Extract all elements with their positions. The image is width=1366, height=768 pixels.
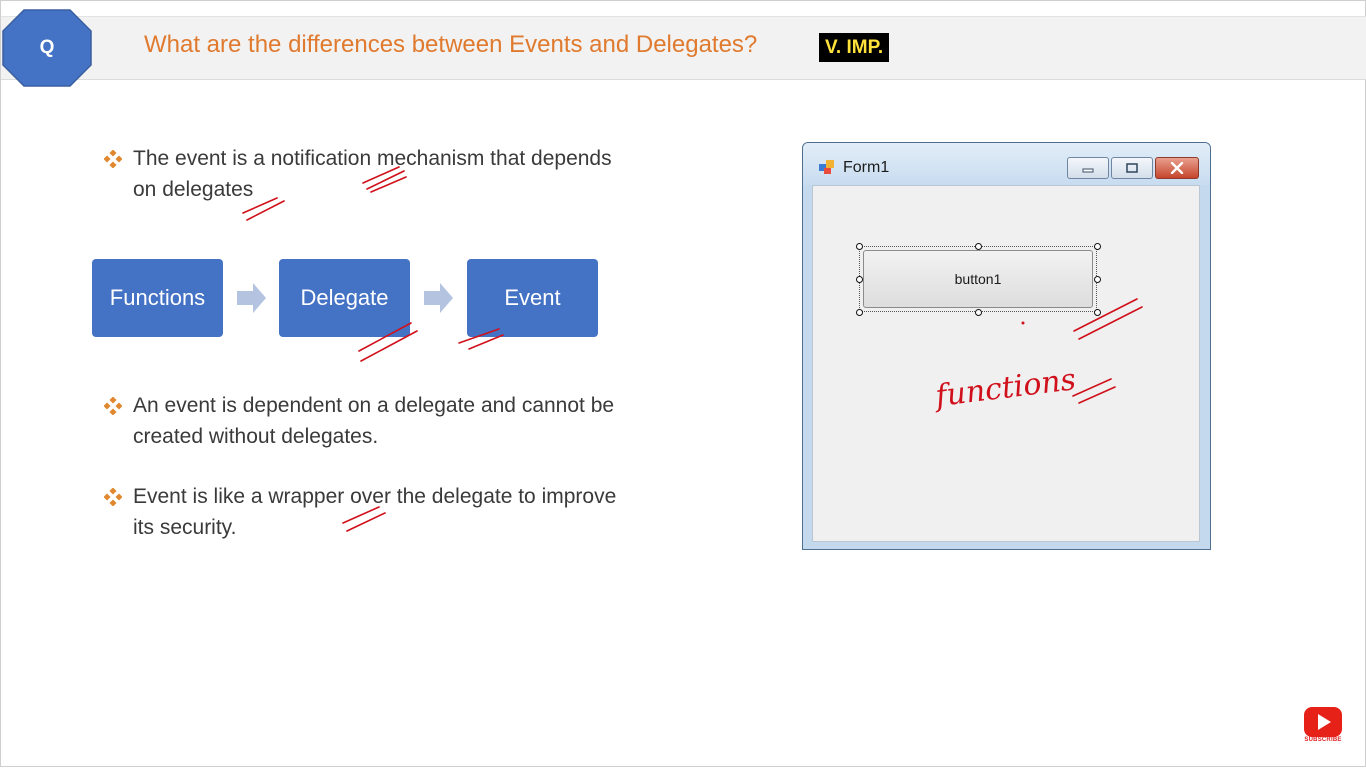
arrow-right-icon: [424, 283, 453, 313]
form-client-area[interactable]: button1: [812, 185, 1200, 542]
resize-handle[interactable]: [1094, 276, 1101, 283]
bullet-line: An event is dependent on a delegate and …: [133, 394, 615, 417]
minimize-button[interactable]: [1067, 157, 1109, 179]
importance-badge: V. IMP.: [819, 33, 890, 62]
resize-handle[interactable]: [975, 309, 982, 316]
question-letter: Q: [39, 37, 55, 58]
maximize-button[interactable]: [1111, 157, 1153, 179]
question-badge: Q: [1, 8, 93, 88]
form1-window[interactable]: Form1 button1: [802, 142, 1211, 550]
subscribe-label[interactable]: SUBSCRIBE: [1299, 737, 1347, 743]
close-icon: [1170, 162, 1184, 174]
maximize-icon: [1126, 163, 1138, 173]
diamond-bullet-icon: [104, 488, 122, 506]
diamond-bullet-icon: [104, 397, 122, 415]
bullet-line: The event is a notification mechanism th…: [133, 147, 612, 170]
flow-box-functions: Functions: [92, 259, 223, 337]
resize-handle[interactable]: [1094, 243, 1101, 250]
bullet-line: created without delegates.: [133, 425, 379, 448]
bullet-line: Event is like a wrapper over the delegat…: [133, 485, 617, 508]
bullet-line: on delegates: [133, 178, 254, 201]
arrow-right-icon: [237, 283, 266, 313]
bullet-text: An event is dependent on a delegate and …: [133, 390, 693, 452]
resize-handle[interactable]: [856, 309, 863, 316]
bullet-line: its security.: [133, 516, 237, 539]
resize-handle[interactable]: [856, 276, 863, 283]
resize-handle[interactable]: [856, 243, 863, 250]
flow-box-delegate: Delegate: [279, 259, 410, 337]
resize-handle[interactable]: [975, 243, 982, 250]
resize-handle[interactable]: [1094, 309, 1101, 316]
form-titlebar[interactable]: Form1: [803, 143, 1210, 185]
bullet-text: Event is like a wrapper over the delegat…: [133, 481, 693, 543]
form-title: Form1: [843, 159, 890, 176]
minimize-icon: [1082, 168, 1094, 173]
bullet-text: The event is a notification mechanism th…: [133, 143, 693, 205]
diamond-bullet-icon: [104, 150, 122, 168]
form-app-icon: [819, 160, 834, 174]
flow-box-event: Event: [467, 259, 598, 337]
slide-title: What are the differences between Events …: [144, 31, 758, 58]
button1-control[interactable]: button1: [863, 250, 1093, 308]
close-button[interactable]: [1155, 157, 1199, 179]
